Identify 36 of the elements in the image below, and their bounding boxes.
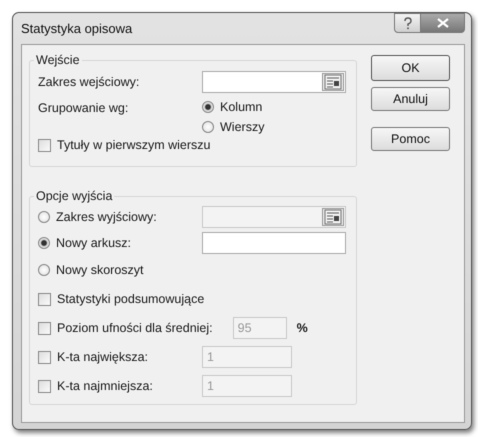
checkbox-label: K-ta najmniejsza: [57, 379, 153, 393]
field-label: Zakres wejściowy: [38, 75, 140, 89]
dialog-button[interactable]: OK [371, 55, 450, 81]
radio-button[interactable] [38, 237, 50, 249]
range-field[interactable] [202, 71, 346, 93]
field-label: Grupowanie wg: [38, 101, 130, 115]
radio-label: Nowy arkusz: [56, 236, 132, 250]
checkbox[interactable] [38, 380, 51, 392]
checkbox[interactable] [38, 322, 51, 334]
radio-label: Wierszy [220, 120, 264, 134]
radio-button[interactable] [38, 211, 50, 223]
checkbox-label: Tytuły w pierwszym wierszu [57, 138, 210, 152]
unit-label: % [296, 321, 308, 335]
checkbox-label: K-ta największa: [57, 350, 148, 364]
radio-label: Zakres wyjściowy: [56, 210, 157, 224]
group-title: Opcje wyjścia [35, 189, 114, 203]
radio-button[interactable] [202, 101, 214, 113]
radio-button[interactable] [202, 121, 214, 133]
radio-label: Nowy skoroszyt [56, 263, 144, 277]
group-title: Wejście [35, 53, 81, 67]
help-icon [402, 16, 412, 30]
close-icon [436, 18, 448, 28]
range-picker-icon[interactable] [322, 73, 344, 91]
checkbox[interactable] [38, 138, 51, 152]
radio-button[interactable] [38, 264, 50, 276]
radio-label: Kolumn [220, 100, 262, 114]
checkbox-label: Poziom ufności dla średniej: [57, 321, 213, 335]
help-button[interactable] [394, 13, 421, 33]
dialog-button[interactable]: Pomoc [371, 127, 450, 151]
checkbox[interactable] [38, 292, 51, 306]
range-field[interactable] [202, 232, 346, 254]
window-title: Statystyka opisowa [21, 21, 132, 36]
close-button[interactable] [421, 13, 465, 33]
dialog-button[interactable]: Anuluj [371, 87, 450, 111]
checkbox-label: Statystyki podsumowujące [57, 292, 204, 306]
checkbox[interactable] [38, 350, 51, 364]
